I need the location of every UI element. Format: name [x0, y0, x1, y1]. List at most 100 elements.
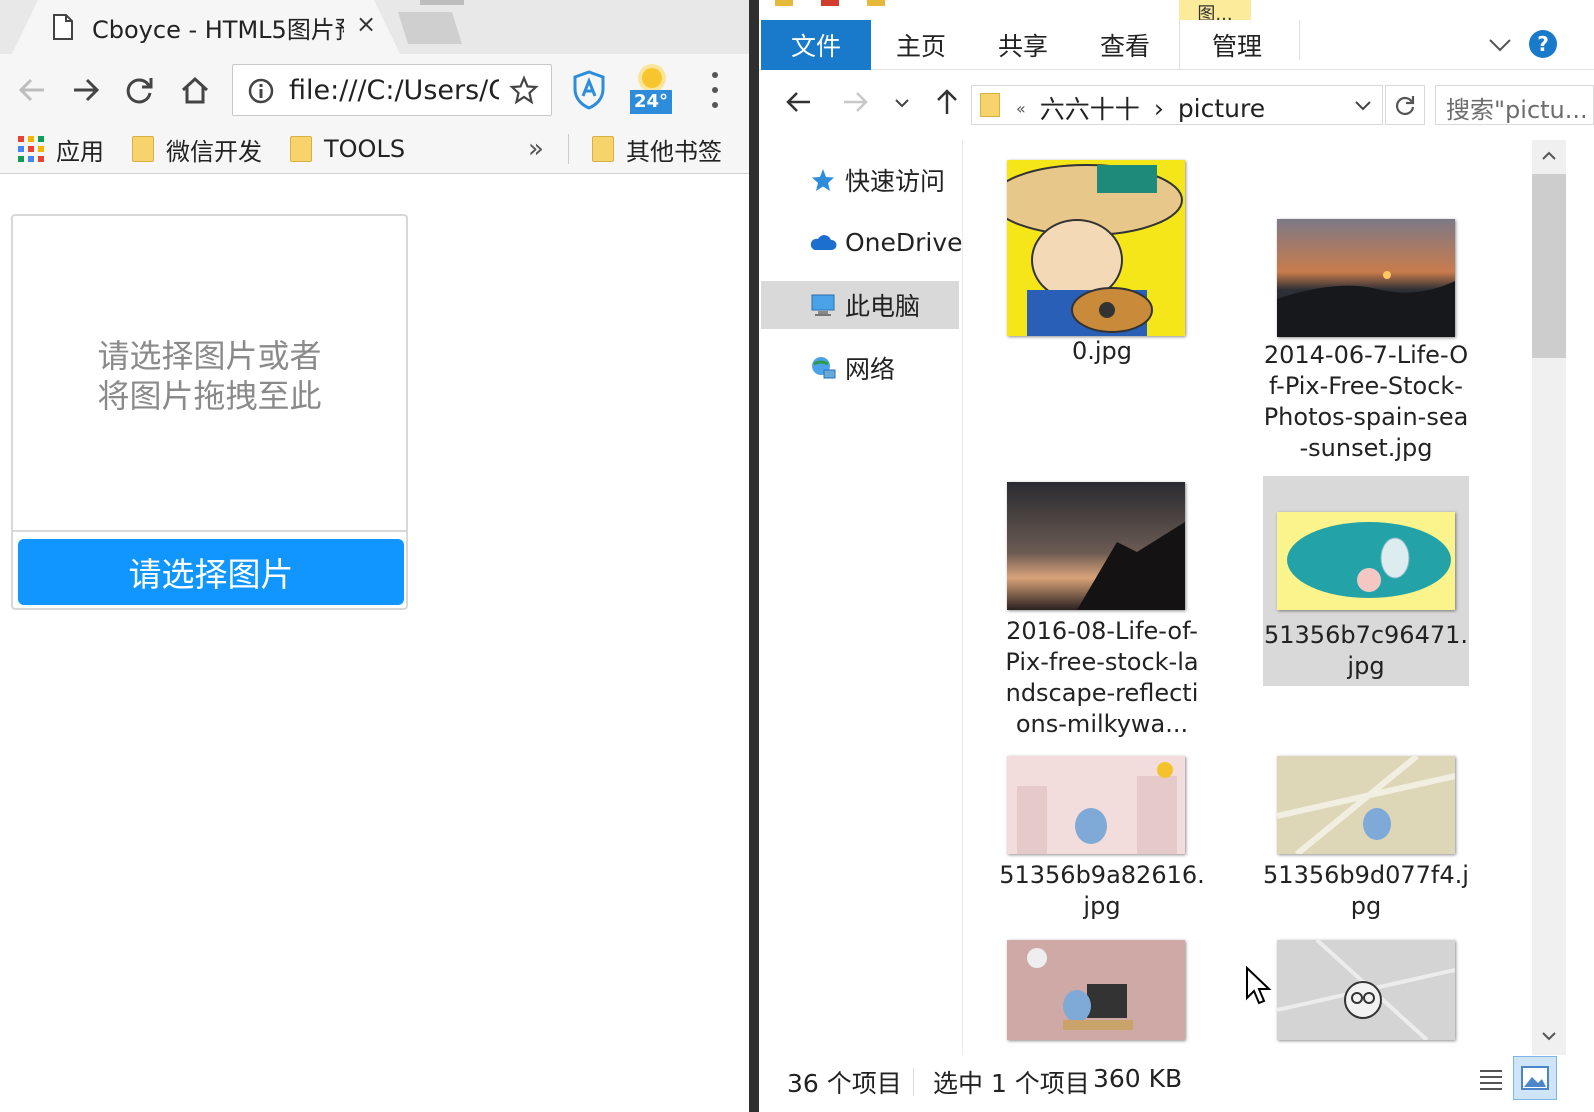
selection-size: 360 KB [1093, 1064, 1183, 1093]
refresh-icon [1395, 96, 1415, 116]
folder-icon [290, 136, 312, 162]
bookmarks-bar: 应用 微信开发 TOOLS » 其他书签 [0, 126, 750, 174]
computer-icon [811, 294, 835, 316]
help-button[interactable]: ? [1529, 30, 1557, 58]
scroll-down-icon[interactable] [1541, 1028, 1557, 1044]
tab-view[interactable]: 查看 [1085, 20, 1165, 70]
breadcrumb-overflow[interactable]: « [1016, 99, 1026, 118]
tab-file[interactable]: 文件 [761, 20, 871, 70]
file-item[interactable]: 51356b9d077f4.jpg [1263, 750, 1469, 930]
vertical-scrollbar[interactable] [1532, 140, 1566, 1055]
breadcrumb-current[interactable]: picture [1178, 94, 1265, 123]
other-bookmarks[interactable]: 其他书签 [592, 130, 722, 168]
info-icon[interactable] [247, 77, 275, 105]
explorer-address-bar: « 六六十十 › picture 搜索"pictu... [759, 70, 1594, 138]
breadcrumb: « 六六十十 › picture [1016, 90, 1265, 126]
breadcrumb-box[interactable]: « 六六十十 › picture [971, 85, 1383, 125]
nav-label: 网络 [845, 355, 896, 384]
ribbon-expand-chevron-icon[interactable] [1487, 32, 1513, 58]
forward-arrow-icon [74, 78, 100, 102]
forward-button[interactable] [66, 70, 106, 110]
home-button[interactable] [175, 70, 215, 110]
file-name: 51356b9d077f4.jpg [1263, 861, 1469, 920]
tab-manage[interactable]: 管理 [1197, 20, 1277, 70]
address-dropdown-icon[interactable] [1352, 94, 1374, 116]
nav-quick-access[interactable]: 快速访问 [761, 156, 959, 204]
sun-icon [642, 68, 662, 88]
nav-this-pc[interactable]: 此电脑 [761, 281, 959, 329]
refresh-button[interactable] [1385, 85, 1425, 125]
reload-icon [126, 78, 153, 104]
tab-close-icon[interactable]: × [356, 10, 376, 38]
breadcrumb-separator-icon[interactable]: › [1154, 94, 1164, 123]
bookmark-folder-wechat[interactable]: 微信开发 [132, 130, 262, 168]
image-thumbnail [1007, 160, 1185, 336]
apps-grid-icon [18, 136, 44, 162]
file-item[interactable] [999, 934, 1205, 1055]
file-item[interactable]: 0.jpg [999, 150, 1205, 390]
large-icons-view-button[interactable] [1513, 1056, 1557, 1100]
folder-icon [980, 93, 1000, 117]
browser-menu-icon[interactable] [700, 72, 730, 108]
file-item[interactable] [1263, 934, 1469, 1055]
file-item[interactable]: 2016-08-Life-of-Pix-free-stock-landscape… [999, 476, 1205, 744]
web-page: 请选择图片或者 将图片拖拽至此 请选择图片 [0, 175, 750, 1112]
nav-label: OneDrive [845, 227, 963, 257]
recent-chevron-icon[interactable] [893, 94, 911, 112]
file-explorer-window: 图... 文件 主页 共享 查看 管理 ? « 六六十十 › picture 搜… [759, 0, 1594, 1112]
shield-extension-icon[interactable] [572, 70, 606, 110]
explorer-titlebar: 图... [759, 0, 1594, 20]
tab-strip: Cboyce - HTML5图片预览 × [0, 0, 750, 54]
picture-tools-tab[interactable]: 图... [1179, 0, 1251, 20]
bookmark-label: TOOLS [324, 135, 406, 163]
bookmark-apps[interactable]: 应用 [18, 130, 104, 168]
window-divider [749, 0, 759, 1112]
ribbon-tabs: 文件 主页 共享 查看 管理 ? [759, 20, 1594, 70]
image-thumbnail [1007, 940, 1185, 1040]
details-view-icon[interactable] [1477, 1066, 1505, 1094]
bookmark-star-icon[interactable] [509, 75, 539, 105]
search-input[interactable]: 搜索"pictu... [1435, 85, 1594, 125]
reload-button[interactable] [120, 70, 160, 110]
tab-share[interactable]: 共享 [983, 20, 1063, 70]
back-button[interactable] [12, 70, 52, 110]
scroll-up-icon[interactable] [1541, 148, 1557, 164]
weather-temp: 24° [630, 90, 672, 114]
selection-count: 选中 1 个项目 [933, 1069, 1090, 1098]
new-tab-button[interactable] [398, 12, 462, 44]
image-thumbnail [1277, 512, 1455, 610]
browser-tab[interactable]: Cboyce - HTML5图片预览 × [12, 0, 400, 54]
address-url: file:///C:/Users/C [289, 75, 499, 106]
choose-image-button[interactable]: 请选择图片 [18, 539, 404, 605]
image-thumbnail [1007, 482, 1185, 610]
search-placeholder: 搜索"pictu... [1446, 96, 1588, 124]
forward-arrow-icon[interactable] [841, 88, 869, 116]
nav-onedrive[interactable]: OneDrive [761, 218, 963, 266]
file-item[interactable]: 51356b7c96471.jpg [1263, 476, 1469, 686]
bookmark-folder-tools[interactable]: TOOLS [290, 130, 405, 168]
newtab-indicator [420, 0, 464, 5]
folder-icon [132, 136, 154, 162]
file-item[interactable]: 51356b9a82616.jpg [999, 750, 1205, 930]
address-bar[interactable]: file:///C:/Users/C [232, 64, 552, 116]
image-thumbnail [1007, 756, 1185, 854]
tab-home[interactable]: 主页 [881, 20, 961, 70]
back-arrow-icon[interactable] [785, 88, 813, 116]
bookmarks-overflow-icon[interactable]: » [528, 134, 544, 164]
nav-network[interactable]: 网络 [761, 344, 959, 392]
drop-hint-line1: 请选择图片或者 [97, 337, 322, 375]
folder-icon [592, 136, 614, 162]
scrollbar-thumb[interactable] [1532, 174, 1566, 358]
ribbon-separator [1299, 20, 1300, 60]
file-item[interactable]: 2014-06-7-Life-Of-Pix-Free-Stock-Photos-… [1263, 150, 1469, 462]
file-name: 51356b7c96471.jpg [1263, 621, 1469, 680]
breadcrumb-parent[interactable]: 六六十十 [1040, 90, 1140, 126]
status-bar: 36 个项目 选中 1 个项目 360 KB [759, 1056, 1594, 1112]
cloud-icon [810, 235, 837, 250]
quick-access-toolbar [775, 0, 885, 6]
file-list: 0.jpg 2014-06-7-Life-Of-Pix-Free-Stock-P… [963, 140, 1532, 1055]
image-thumbnail [1277, 219, 1455, 337]
weather-extension[interactable]: 24° [628, 64, 676, 118]
up-arrow-icon[interactable] [933, 88, 961, 116]
image-drop-zone[interactable]: 请选择图片或者 将图片拖拽至此 请选择图片 [11, 214, 408, 610]
